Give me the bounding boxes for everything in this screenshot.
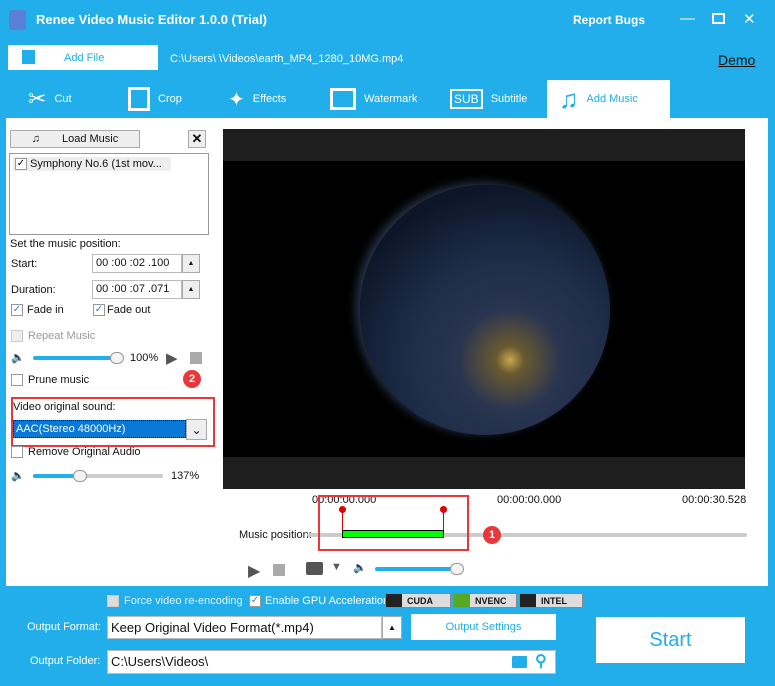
play-button[interactable]: ▶: [248, 561, 260, 581]
remove-original-audio-checkbox[interactable]: Remove Original Audio: [11, 446, 141, 458]
volume-icon: 🔈: [11, 352, 25, 364]
position-label: Set the music position:: [10, 238, 121, 250]
add-file-icon: [22, 50, 35, 64]
timeline-end: 00:00:30.528: [682, 494, 747, 506]
music-note-icon: ♫: [31, 133, 40, 145]
output-settings-button[interactable]: Output Settings: [411, 614, 556, 640]
volume-icon: 🔈: [11, 470, 25, 482]
list-item[interactable]: ✓ Symphony No.6 (1st mov...: [13, 157, 171, 171]
window-title: Renee Video Music Editor 1.0.0 (Trial): [36, 12, 267, 27]
music-volume-knob[interactable]: [110, 352, 124, 364]
earth-image: [360, 185, 610, 435]
stop-button[interactable]: [273, 564, 285, 576]
tab-crop[interactable]: Crop: [100, 80, 210, 118]
tab-watermark[interactable]: Watermark: [302, 80, 422, 118]
highlight-box: [318, 495, 469, 551]
output-folder-label: Output Folder:: [30, 655, 101, 667]
report-bugs-link[interactable]: Report Bugs: [573, 13, 645, 27]
music-checkbox[interactable]: ✓: [15, 158, 27, 170]
duration-spinner[interactable]: ▲: [182, 280, 200, 299]
intel-badge: INTEL: [519, 593, 583, 608]
repeat-music-checkbox[interactable]: Repeat Music: [11, 330, 95, 342]
output-format-label: Output Format:: [27, 621, 101, 633]
demo-link[interactable]: Demo: [718, 52, 755, 68]
fade-out-checkbox[interactable]: ✓ Fade out: [93, 304, 150, 316]
prune-music-checkbox[interactable]: Prune music: [11, 374, 89, 386]
camera-dropdown[interactable]: ▼: [331, 561, 342, 573]
orig-volume-knob[interactable]: [73, 470, 87, 482]
orig-sound-select[interactable]: AAC(Stereo 48000Hz): [13, 420, 186, 438]
minimize-button[interactable]: —: [680, 10, 695, 27]
search-icon[interactable]: ⚲: [535, 651, 547, 671]
start-time-input[interactable]: 00 :00 :02 .100: [92, 254, 182, 273]
output-format-select[interactable]: Keep Original Video Format(*.mp4): [107, 616, 382, 639]
remove-music-button[interactable]: ✕: [188, 130, 206, 148]
file-path: C:\Users\ \Videos\earth_MP4_1280_10MG.mp…: [170, 53, 404, 65]
fade-in-checkbox[interactable]: ✓ Fade in: [11, 304, 64, 316]
tab-cut[interactable]: ✂ Cut: [0, 80, 110, 118]
load-music-button[interactable]: ♫ Load Music: [10, 130, 140, 148]
timeline-current: 00:00:00.000: [497, 494, 562, 506]
start-spinner[interactable]: ▲: [182, 254, 200, 273]
annotation-badge-2: 2: [183, 370, 201, 388]
player-volume-knob[interactable]: [450, 563, 464, 575]
music-list: ✓ Symphony No.6 (1st mov...: [9, 153, 209, 235]
chevron-down-icon[interactable]: ⌄: [186, 419, 207, 440]
music-volume-slider[interactable]: [33, 356, 121, 360]
start-label: Start:: [11, 258, 38, 270]
add-file-button[interactable]: Add File: [8, 45, 158, 70]
close-button[interactable]: ✕: [743, 10, 756, 28]
output-folder-input[interactable]: C:\Users\Videos\: [107, 650, 556, 674]
tab-subtitle[interactable]: SUB Subtitle: [420, 80, 540, 118]
magic-wand-icon: ✦: [228, 88, 245, 111]
duration-input[interactable]: 00 :00 :07 .071: [92, 280, 182, 299]
duration-label: Duration:: [11, 284, 56, 296]
player-volume-slider[interactable]: [375, 567, 457, 571]
video-preview: [223, 129, 745, 489]
nvenc-badge: NVENC: [453, 593, 517, 608]
tab-add-music[interactable]: ♫ Add Music: [547, 80, 670, 118]
camera-icon[interactable]: [306, 562, 323, 575]
scissors-icon: ✂: [28, 86, 47, 111]
play-music-button[interactable]: ▶: [166, 349, 178, 367]
subtitle-icon: SUB: [450, 89, 483, 109]
crop-icon: [128, 87, 150, 111]
stop-music-button[interactable]: [190, 352, 202, 364]
output-format-dropdown[interactable]: ▲: [382, 616, 402, 639]
annotation-badge-1: 1: [483, 526, 501, 544]
tab-effects[interactable]: ✦ Effects: [200, 80, 310, 118]
cuda-badge: CUDA: [385, 593, 451, 608]
music-position-label: Music position:: [239, 529, 312, 541]
app-logo-icon: [9, 10, 26, 30]
music-volume-value: 100%: [130, 352, 159, 364]
folder-icon[interactable]: [512, 656, 527, 668]
gpu-acceleration-checkbox[interactable]: ✓ Enable GPU Acceleration: [249, 595, 389, 607]
maximize-button[interactable]: [712, 13, 725, 24]
music-note-icon: ♫: [559, 83, 579, 114]
orig-volume-value: 137%: [171, 470, 200, 482]
watermark-icon: [330, 88, 356, 110]
start-button[interactable]: Start: [596, 617, 745, 663]
force-reencode-checkbox[interactable]: Force video re-encoding: [107, 595, 243, 607]
volume-icon: 🔈: [353, 562, 367, 574]
orig-sound-label: Video original sound:: [13, 401, 116, 413]
